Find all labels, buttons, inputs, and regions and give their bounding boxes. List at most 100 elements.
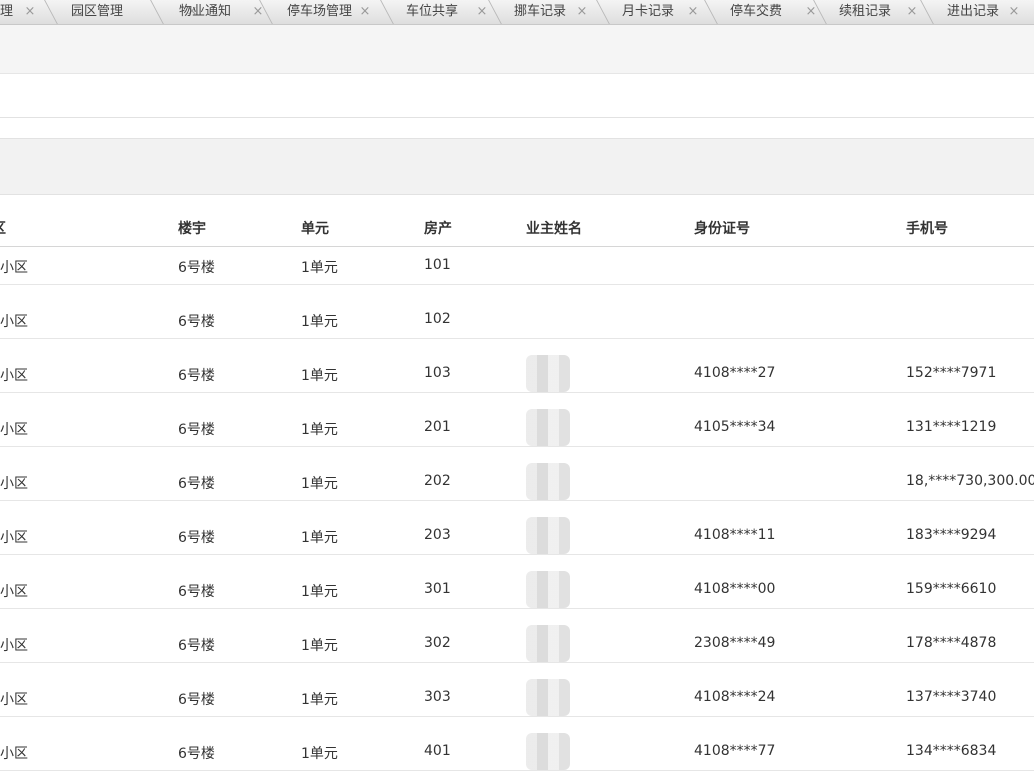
cell-phone: 131****1219	[906, 419, 997, 435]
cell-unit: 1单元	[301, 260, 338, 276]
cell-community: 小区	[0, 260, 28, 276]
tab-label: 园区管理	[71, 4, 124, 19]
cell-phone: 159****6610	[906, 581, 997, 597]
cell-id-number: 4108****24	[694, 689, 776, 705]
cell-room: 301	[424, 581, 451, 597]
cell-room: 401	[424, 743, 451, 759]
close-icon[interactable]: ×	[358, 0, 372, 23]
cell-community: 小区	[0, 368, 28, 384]
cell-id-number: 2308****49	[694, 635, 776, 651]
table-row[interactable]: 小区 6号楼 1单元 102	[0, 301, 1034, 339]
tab-label: 挪车记录	[514, 4, 567, 19]
redacted-owner-name	[526, 679, 570, 716]
cell-room: 303	[424, 689, 451, 705]
cell-community: 小区	[0, 692, 28, 708]
cell-id-number: 4105****34	[694, 419, 776, 435]
column-header-room[interactable]: 房产	[424, 218, 452, 238]
close-icon[interactable]: ×	[475, 0, 489, 23]
column-header-building[interactable]: 楼宇	[178, 218, 206, 238]
cell-room: 101	[424, 257, 451, 273]
cell-community: 小区	[0, 476, 28, 492]
tab-7[interactable]: 停车交费 ×	[718, 0, 818, 24]
tab-bar: 理 × 园区管理 × 物业通知 × 停车场管理 × 车位共享 × 挪车记录 × …	[0, 0, 1034, 25]
redacted-owner-name	[526, 355, 570, 392]
cell-community: 小区	[0, 584, 28, 600]
cell-building: 6号楼	[178, 260, 215, 276]
redacted-owner-name	[526, 571, 570, 608]
cell-community: 小区	[0, 530, 28, 546]
redacted-owner-name	[526, 517, 570, 554]
cell-unit: 1单元	[301, 314, 338, 330]
cell-room: 103	[424, 365, 451, 381]
tab-0[interactable]: 理 ×	[0, 0, 48, 24]
tab-label: 进出记录	[947, 4, 1000, 19]
close-icon[interactable]: ×	[575, 0, 589, 23]
table-row[interactable]: 小区 6号楼 1单元 302 2308****49 178****4878	[0, 625, 1034, 663]
cell-phone: 137****3740	[906, 689, 997, 705]
cell-community: 小区	[0, 314, 28, 330]
table-row[interactable]: 小区 6号楼 1单元 203 4108****11 183****9294	[0, 517, 1034, 555]
close-icon[interactable]: ×	[905, 0, 919, 23]
cell-room: 201	[424, 419, 451, 435]
tab-2[interactable]: 物业通知 ×	[165, 0, 265, 24]
column-header-unit[interactable]: 单元	[301, 218, 329, 238]
cell-community: 小区	[0, 746, 28, 762]
cell-unit: 1单元	[301, 638, 338, 654]
cell-room: 102	[424, 311, 451, 327]
cell-community: 小区	[0, 422, 28, 438]
cell-id-number: 4108****11	[694, 527, 776, 543]
table-row[interactable]: 小区 6号楼 1单元 401 4108****77 134****6834	[0, 733, 1034, 771]
cell-unit: 1单元	[301, 584, 338, 600]
tab-label: 物业通知	[179, 4, 232, 19]
table-row[interactable]: 小区 6号楼 1单元 303 4108****24 137****3740	[0, 679, 1034, 717]
tab-label: 停车场管理	[287, 4, 353, 19]
tab-label: 理	[0, 4, 14, 19]
tab-label: 续租记录	[839, 4, 892, 19]
cell-room: 302	[424, 635, 451, 651]
table-row[interactable]: 小区 6号楼 1单元 201 4105****34 131****1219	[0, 409, 1034, 447]
tab-5[interactable]: 挪车记录 ×	[503, 0, 603, 24]
tab-label: 月卡记录	[622, 4, 675, 19]
close-icon[interactable]: ×	[1007, 0, 1021, 23]
cell-room: 202	[424, 473, 451, 489]
column-header-id-number[interactable]: 身份证号	[694, 218, 750, 238]
table-row[interactable]: 小区 6号楼 1单元 301 4108****00 159****6610	[0, 571, 1034, 609]
filter-area	[0, 74, 1034, 118]
cell-building: 6号楼	[178, 746, 215, 762]
cell-unit: 1单元	[301, 530, 338, 546]
tab-9[interactable]: 进出记录 ×	[935, 0, 1034, 24]
column-header-phone[interactable]: 手机号	[906, 218, 948, 238]
tab-3[interactable]: 停车场管理 ×	[275, 0, 385, 24]
close-icon[interactable]: ×	[686, 0, 700, 23]
cell-phone: 18,****730,300.00	[906, 473, 1034, 489]
tab-6[interactable]: 月卡记录 ×	[610, 0, 710, 24]
cell-phone: 178****4878	[906, 635, 997, 651]
cell-unit: 1单元	[301, 746, 338, 762]
cell-unit: 1单元	[301, 476, 338, 492]
cell-unit: 1单元	[301, 422, 338, 438]
toolbar-area	[0, 25, 1034, 74]
cell-id-number: 4108****00	[694, 581, 776, 597]
cell-phone: 134****6834	[906, 743, 997, 759]
cell-unit: 1单元	[301, 692, 338, 708]
cell-building: 6号楼	[178, 368, 215, 384]
table-header: 区 楼宇 单元 房产 业主姓名 身份证号 手机号	[0, 194, 1034, 247]
column-header-owner[interactable]: 业主姓名	[526, 218, 582, 238]
close-icon[interactable]: ×	[23, 0, 37, 23]
cell-community: 小区	[0, 638, 28, 654]
tab-8[interactable]: 续租记录 ×	[827, 0, 927, 24]
column-header-community[interactable]: 区	[0, 218, 6, 238]
table-row[interactable]: 小区 6号楼 1单元 202 18,****730,300.00	[0, 463, 1034, 501]
tab-1[interactable]: 园区管理 ×	[60, 0, 197, 24]
action-bar	[0, 138, 1034, 195]
cell-phone: 152****7971	[906, 365, 997, 381]
close-icon[interactable]: ×	[251, 0, 265, 23]
redacted-owner-name	[526, 733, 570, 770]
table-row[interactable]: 小区 6号楼 1单元 103 4108****27 152****7971	[0, 355, 1034, 393]
redacted-owner-name	[526, 409, 570, 446]
cell-phone: 183****9294	[906, 527, 997, 543]
tab-4[interactable]: 车位共享 ×	[395, 0, 495, 24]
cell-building: 6号楼	[178, 476, 215, 492]
table-row[interactable]: 小区 6号楼 1单元 101	[0, 247, 1034, 285]
cell-id-number: 4108****27	[694, 365, 776, 381]
